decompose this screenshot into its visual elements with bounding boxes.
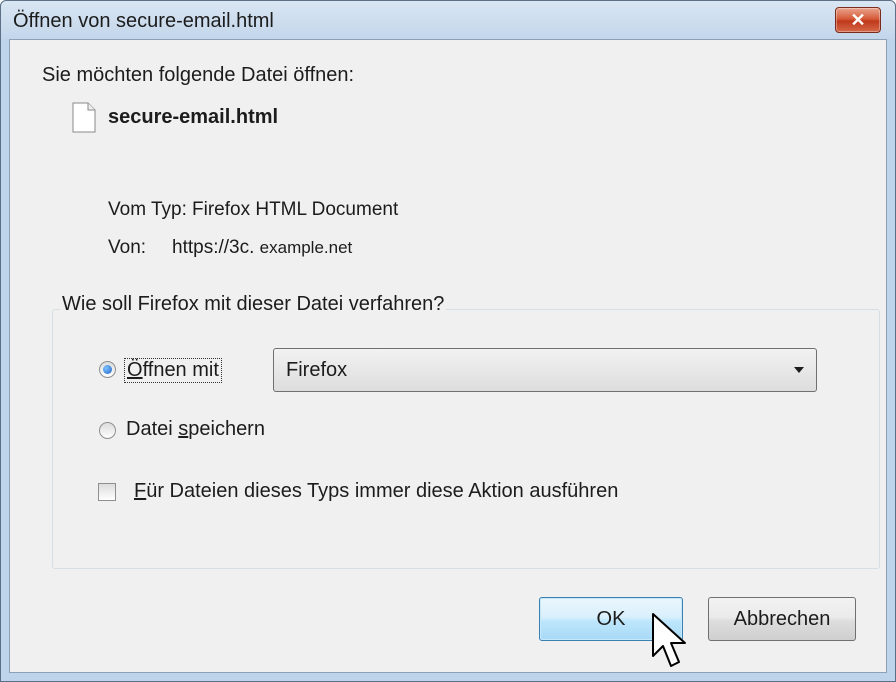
save-file-label-rest: peichern — [188, 418, 265, 440]
title-bar[interactable]: Öffnen von secure-email.html ✕ — [1, 1, 895, 39]
from-scheme: https://3c. — [172, 237, 255, 258]
save-file-label[interactable]: Datei speichern — [126, 418, 265, 441]
close-button[interactable]: ✕ — [835, 7, 881, 33]
open-with-app-select[interactable]: Firefox — [273, 348, 817, 392]
mouse-pointer-icon — [652, 613, 686, 667]
from-value: https://3c. example.net — [172, 237, 352, 259]
prompt-text: Sie möchten folgende Datei öffnen: — [42, 64, 355, 86]
open-with-label-rest: ffnen mit — [142, 359, 219, 381]
file-icon — [72, 102, 96, 133]
file-name: secure-email.html — [108, 106, 279, 128]
save-file-accel: s — [178, 418, 189, 440]
always-accel: F — [134, 480, 147, 502]
cancel-button[interactable]: Abbrechen — [708, 597, 856, 641]
window-title: Öffnen von secure-email.html — [13, 10, 274, 32]
save-file-label-pre: Datei — [126, 418, 179, 440]
always-do-this-label[interactable]: Für Dateien dieses Typs immer diese Akti… — [134, 480, 618, 503]
from-host: example.net — [259, 238, 353, 257]
close-icon: ✕ — [850, 9, 866, 30]
open-with-app-value: Firefox — [286, 359, 348, 381]
save-file-radio[interactable] — [99, 422, 116, 439]
action-group-title: Wie soll Firefox mit dieser Datei verfah… — [60, 293, 447, 316]
chevron-down-icon — [794, 367, 804, 373]
open-with-accel: Ö — [127, 359, 143, 381]
from-label: Von: — [108, 237, 147, 258]
always-label-rest: ür Dateien dieses Typs immer diese Aktio… — [146, 480, 619, 502]
open-with-radio[interactable] — [99, 361, 116, 378]
type-label: Vom Typ: — [108, 199, 187, 220]
always-do-this-checkbox[interactable] — [98, 483, 116, 501]
type-value: Firefox HTML Document — [192, 199, 399, 220]
open-with-label[interactable]: Öffnen mit — [124, 358, 222, 383]
